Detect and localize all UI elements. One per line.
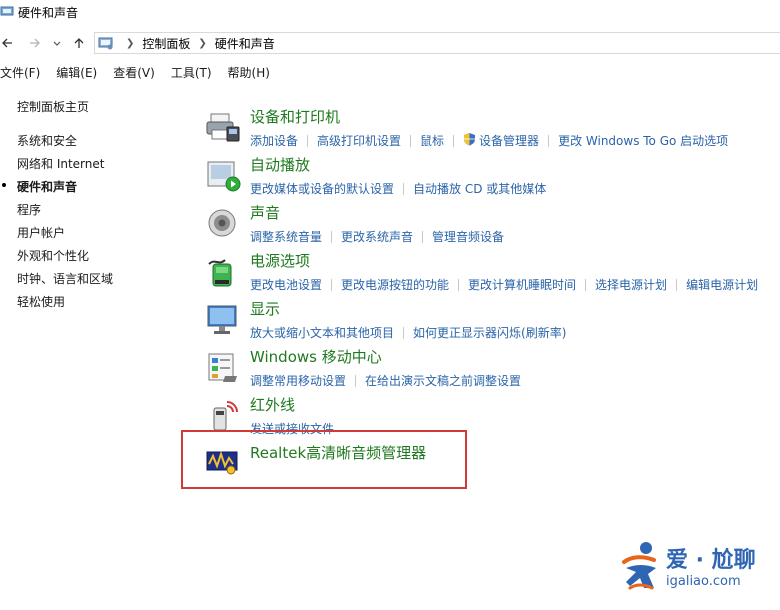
category-links: 调整系统音量 更改系统声音 管理音频设备 — [250, 228, 504, 245]
category-title[interactable]: Windows 移动中心 — [250, 346, 382, 367]
link-mouse[interactable]: 鼠标 — [420, 132, 444, 149]
category-title[interactable]: 自动播放 — [250, 154, 310, 175]
category-mobility-center: Windows 移动中心 调整常用移动设置 在给出演示文稿之前调整设置 — [205, 348, 780, 394]
sidebar-item-home[interactable]: 控制面板主页 — [17, 98, 89, 115]
sidebar-item-label: 硬件和声音 — [17, 180, 78, 194]
forward-arrow-icon — [30, 38, 40, 48]
breadcrumb-separator-icon: ❯ — [198, 37, 207, 49]
link-edit-power-plan[interactable]: 编辑电源计划 — [686, 276, 758, 293]
link-text-size[interactable]: 放大或缩小文本和其他项目 — [250, 324, 394, 341]
category-devices-printers: 设备和打印机 添加设备 高级打印机设置 鼠标 设备管理器 更改 Windows … — [205, 108, 780, 154]
breadcrumb-control-panel[interactable]: 控制面板 — [142, 35, 190, 52]
link-choose-power-plan[interactable]: 选择电源计划 — [595, 276, 667, 293]
menu-view[interactable]: 查看(V) — [113, 64, 155, 84]
link-adjust-volume[interactable]: 调整系统音量 — [250, 228, 322, 245]
sidebar-item-programs[interactable]: 程序 — [17, 201, 41, 218]
sidebar-item-ease-of-access[interactable]: 轻松使用 — [17, 293, 65, 310]
mobility-center-icon — [205, 350, 241, 386]
category-title[interactable]: 电源选项 — [250, 250, 310, 271]
menu-tools[interactable]: 工具(T) — [171, 64, 212, 84]
link-refresh-rate[interactable]: 如何更正显示器闪烁(刷新率) — [413, 324, 566, 341]
infrared-icon — [205, 398, 241, 434]
category-autoplay: 自动播放 更改媒体或设备的默认设置 自动播放 CD 或其他媒体 — [205, 156, 780, 202]
autoplay-icon — [205, 158, 241, 194]
navigation-bar: ❯ 控制面板 ❯ 硬件和声音 — [0, 30, 780, 56]
sidebar-item-clock-region[interactable]: 时钟、语言和区域 — [17, 270, 113, 287]
category-sound: 声音 调整系统音量 更改系统声音 管理音频设备 — [205, 204, 780, 250]
speaker-icon — [205, 206, 241, 242]
category-links: 调整常用移动设置 在给出演示文稿之前调整设置 — [250, 372, 521, 389]
link-manage-audio-devices[interactable]: 管理音频设备 — [432, 228, 504, 245]
link-windows-to-go[interactable]: 更改 Windows To Go 启动选项 — [558, 132, 728, 149]
window-title: 硬件和声音 — [18, 6, 79, 20]
menu-edit[interactable]: 编辑(E) — [56, 64, 97, 84]
recent-locations-button[interactable] — [50, 30, 64, 56]
chevron-down-icon — [53, 41, 61, 46]
breadcrumb-hardware-sound[interactable]: 硬件和声音 — [215, 35, 275, 52]
link-add-device[interactable]: 添加设备 — [250, 132, 298, 149]
link-change-media-defaults[interactable]: 更改媒体或设备的默认设置 — [250, 180, 394, 197]
link-mobility-settings[interactable]: 调整常用移动设置 — [250, 372, 346, 389]
category-title[interactable]: 设备和打印机 — [250, 106, 340, 127]
sidebar-item-hardware-sound[interactable]: 硬件和声音 — [2, 178, 78, 195]
category-links: 添加设备 高级打印机设置 鼠标 设备管理器 更改 Windows To Go 启… — [250, 132, 728, 149]
link-autoplay-cd[interactable]: 自动播放 CD 或其他媒体 — [413, 180, 546, 197]
category-links: 放大或缩小文本和其他项目 如何更正显示器闪烁(刷新率) — [250, 324, 566, 341]
watermark-url: igaliao.com — [666, 574, 741, 589]
printer-icon — [205, 110, 241, 146]
control-panel-icon — [0, 4, 14, 21]
up-button[interactable] — [70, 30, 88, 56]
title-bar: 硬件和声音 — [0, 0, 780, 26]
category-power-options: 电源选项 更改电池设置 更改电源按钮的功能 更改计算机睡眠时间 选择电源计划 编… — [205, 252, 780, 298]
watermark-logo-icon — [622, 542, 656, 590]
monitor-icon — [205, 302, 241, 338]
category-links: 更改电池设置 更改电源按钮的功能 更改计算机睡眠时间 选择电源计划 编辑电源计划 — [250, 276, 758, 293]
menu-file[interactable]: 文件(F) — [0, 64, 40, 84]
active-indicator-icon — [2, 183, 6, 187]
menu-help[interactable]: 帮助(H) — [228, 64, 270, 84]
category-title[interactable]: 声音 — [250, 202, 280, 223]
battery-icon — [205, 254, 241, 290]
sidebar-item-system-security[interactable]: 系统和安全 — [17, 132, 77, 149]
control-panel-icon — [98, 36, 114, 50]
address-bar[interactable]: ❯ 控制面板 ❯ 硬件和声音 — [94, 32, 780, 54]
category-title[interactable]: 显示 — [250, 298, 280, 319]
sidebar-item-user-accounts[interactable]: 用户帐户 — [17, 224, 65, 241]
highlight-box — [181, 430, 467, 489]
link-power-button-function[interactable]: 更改电源按钮的功能 — [341, 276, 449, 293]
category-display: 显示 放大或缩小文本和其他项目 如何更正显示器闪烁(刷新率) — [205, 300, 780, 346]
category-title[interactable]: 红外线 — [250, 394, 295, 415]
link-change-battery-settings[interactable]: 更改电池设置 — [250, 276, 322, 293]
up-arrow-icon — [74, 38, 84, 48]
link-sleep-time[interactable]: 更改计算机睡眠时间 — [468, 276, 576, 293]
menu-bar: 文件(F) 编辑(E) 查看(V) 工具(T) 帮助(H) — [0, 64, 286, 84]
uac-shield-icon — [463, 132, 476, 149]
category-links: 更改媒体或设备的默认设置 自动播放 CD 或其他媒体 — [250, 180, 546, 197]
sidebar-item-appearance[interactable]: 外观和个性化 — [17, 247, 89, 264]
forward-button[interactable] — [26, 30, 44, 56]
back-arrow-icon — [2, 38, 12, 48]
link-device-manager[interactable]: 设备管理器 — [479, 132, 539, 149]
link-advanced-printer-setup[interactable]: 高级打印机设置 — [317, 132, 401, 149]
link-presentation-settings[interactable]: 在给出演示文稿之前调整设置 — [365, 372, 521, 389]
sidebar-item-network[interactable]: 网络和 Internet — [17, 155, 104, 172]
breadcrumb-separator-icon: ❯ — [126, 37, 135, 49]
watermark: 爱 · 尬聊 igaliao.com — [620, 540, 780, 600]
watermark-title: 爱 · 尬聊 — [666, 548, 756, 573]
link-change-system-sounds[interactable]: 更改系统声音 — [341, 228, 413, 245]
back-button[interactable] — [0, 30, 16, 56]
